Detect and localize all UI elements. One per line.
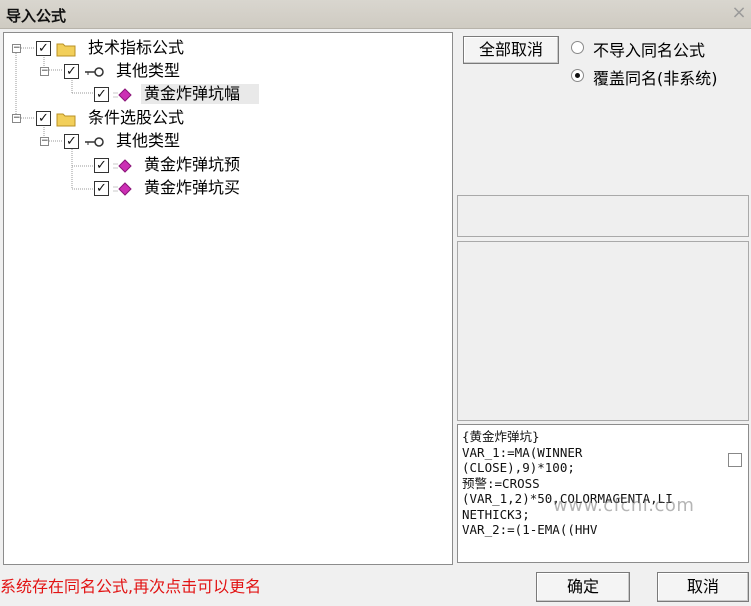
- key-icon: [85, 137, 104, 147]
- node-checkbox[interactable]: ✓: [94, 158, 109, 173]
- folder-icon: [56, 43, 76, 57]
- formula-tree: − ✓ 技术指标公式 − ✓ 其他类型 ✓ 黄金炸弹坑幅 − ✓ 条件选股公式 …: [3, 32, 453, 565]
- formula-icon: [113, 182, 132, 196]
- tree-node-formula[interactable]: ✓ 黄金炸弹坑预: [4, 155, 304, 177]
- radio-overwrite[interactable]: [571, 69, 584, 82]
- node-label: 其他类型: [116, 131, 181, 150]
- preview-checkbox[interactable]: [728, 453, 742, 467]
- name-field[interactable]: [457, 195, 749, 237]
- tree-node-other-type[interactable]: − ✓ 其他类型: [4, 131, 304, 153]
- node-label: 技术指标公式: [88, 38, 185, 57]
- node-checkbox[interactable]: ✓: [94, 87, 109, 102]
- formula-icon: [113, 159, 132, 173]
- node-checkbox[interactable]: ✓: [36, 41, 51, 56]
- description-box: [457, 241, 749, 421]
- node-label: 黄金炸弹坑买: [144, 178, 241, 197]
- node-checkbox[interactable]: ✓: [64, 134, 79, 149]
- node-checkbox[interactable]: ✓: [94, 181, 109, 196]
- tree-node-tech-formulas[interactable]: − ✓ 技术指标公式: [4, 38, 304, 60]
- radio-no-import[interactable]: [571, 41, 584, 54]
- window-title: 导入公式: [6, 7, 67, 25]
- node-label: 黄金炸弹坑幅: [144, 84, 241, 103]
- formula-icon: [113, 88, 132, 102]
- node-checkbox[interactable]: ✓: [64, 64, 79, 79]
- key-icon: [85, 67, 104, 77]
- node-label: 黄金炸弹坑预: [144, 155, 241, 174]
- collapse-icon[interactable]: −: [12, 44, 21, 53]
- cancel-all-button[interactable]: 全部取消: [463, 36, 559, 64]
- tree-node-formula[interactable]: ✓ 黄金炸弹坑幅: [4, 84, 304, 106]
- cancel-button[interactable]: 取消: [657, 572, 749, 602]
- folder-icon: [56, 113, 76, 127]
- collapse-icon[interactable]: −: [12, 114, 21, 123]
- radio-overwrite-label[interactable]: 覆盖同名(非系统): [593, 65, 718, 89]
- collapse-icon[interactable]: −: [40, 137, 49, 146]
- formula-preview-text: {黄金炸弹坑} VAR_1:=MA(WINNER (CLOSE),9)*100;…: [462, 429, 673, 537]
- radio-no-import-label[interactable]: 不导入同名公式: [593, 37, 705, 61]
- node-label: 条件选股公式: [88, 108, 185, 127]
- ok-button[interactable]: 确定: [536, 572, 630, 602]
- close-icon[interactable]: ×: [729, 3, 749, 23]
- title-bar: 导入公式 ×: [0, 0, 751, 29]
- status-message: 系统存在同名公式,再次点击可以更名: [0, 577, 262, 596]
- tree-node-formula[interactable]: ✓ 黄金炸弹坑买: [4, 178, 304, 200]
- watermark: www.cfchi.com: [553, 495, 695, 516]
- formula-preview[interactable]: {黄金炸弹坑} VAR_1:=MA(WINNER (CLOSE),9)*100;…: [457, 424, 749, 563]
- tree-node-other-type[interactable]: − ✓ 其他类型: [4, 61, 304, 83]
- tree-node-stock-selection[interactable]: − ✓ 条件选股公式: [4, 108, 304, 130]
- node-checkbox[interactable]: ✓: [36, 111, 51, 126]
- node-label: 其他类型: [116, 61, 181, 80]
- collapse-icon[interactable]: −: [40, 67, 49, 76]
